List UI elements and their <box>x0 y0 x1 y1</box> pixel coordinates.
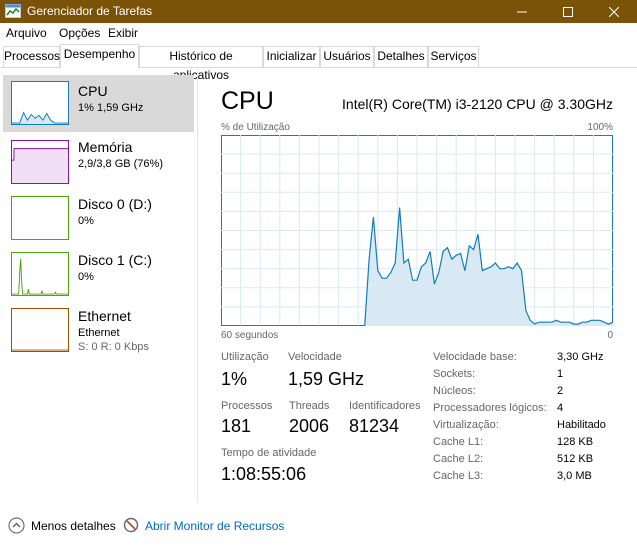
cpu-utilization-chart <box>221 135 613 326</box>
sidebar-disco1-label: Disco 1 (C:) <box>78 252 152 268</box>
resource-monitor-icon-wrap[interactable] <box>123 517 139 533</box>
maximize-icon <box>563 6 573 17</box>
close-button[interactable] <box>591 0 637 23</box>
detail-label: Velocidade base: <box>433 351 517 363</box>
task-manager-icon <box>5 4 21 18</box>
chevron-up-icon <box>8 517 25 534</box>
title-bar: Gerenciador de Tarefas <box>0 0 637 23</box>
threads-label: Threads <box>289 400 330 412</box>
min-axis-label: 0 <box>607 330 613 341</box>
sidebar-ethernet-label: Ethernet <box>78 308 131 324</box>
disk1-thumbnail <box>11 252 69 296</box>
sidebar-ethernet-value: S: 0 R: 0 Kbps <box>78 341 149 353</box>
window-title: Gerenciador de Tarefas <box>27 4 153 18</box>
detail-label: Virtualização: <box>433 419 499 431</box>
tab-inicializar[interactable]: Inicializar <box>263 46 320 67</box>
tab-usuarios[interactable]: Usuários <box>320 46 374 67</box>
sidebar-item-memoria[interactable]: Memória 2,9/3,8 GB (76%) <box>3 132 194 189</box>
sidebar-item-disco1[interactable]: Disco 1 (C:) 0% <box>3 244 194 301</box>
cpu-model: Intel(R) Core(TM) i3-2120 CPU @ 3.30GHz <box>342 96 613 112</box>
processes-value: 181 <box>221 416 252 436</box>
detail-value: 1 <box>557 368 564 380</box>
threads-value: 2006 <box>289 416 330 436</box>
resource-sidebar: CPU 1% 1,59 GHz Memória 2,9/3,8 GB (76%)… <box>0 70 198 502</box>
tab-bar: Processos Desempenho Histórico de aplica… <box>0 44 637 82</box>
sidebar-item-disco0[interactable]: Disco 0 (D:) 0% <box>3 188 194 245</box>
sidebar-disco1-value: 0% <box>78 271 94 283</box>
detail-value: 3,0 MB <box>557 470 592 482</box>
uptime-value: 1:08:55:06 <box>221 464 307 484</box>
uptime-label: Tempo de atividade <box>221 447 317 459</box>
maximize-button[interactable] <box>545 0 591 23</box>
resource-monitor-icon <box>123 517 139 533</box>
utilization-value: 1% <box>221 369 248 389</box>
detail-value: 128 KB <box>557 436 594 448</box>
sidebar-memoria-label: Memória <box>78 139 133 155</box>
menu-bar: Arquivo Opções Exibir <box>0 23 637 42</box>
detail-label: Sockets: <box>433 368 476 380</box>
sidebar-cpu-value: 1% 1,59 GHz <box>78 102 144 114</box>
detail-label: Núcleos: <box>433 385 476 397</box>
tab-servicos[interactable]: Serviços <box>428 46 479 67</box>
utilization-label: Utilização <box>221 351 269 363</box>
processes-label: Processos <box>221 400 273 412</box>
detail-label: Cache L3: <box>433 470 484 482</box>
footer: Menos detalhes Abrir Monitor de Recursos <box>0 512 637 542</box>
sidebar-cpu-label: CPU <box>78 83 108 99</box>
cpu-thumbnail <box>11 81 69 125</box>
sidebar-item-cpu[interactable]: CPU 1% 1,59 GHz <box>3 75 194 132</box>
max-axis-label: 100% <box>587 122 613 133</box>
detail-value: 3,30 GHz <box>557 351 604 363</box>
ethernet-thumbnail <box>11 308 69 352</box>
minimize-button[interactable] <box>499 0 545 23</box>
speed-value: 1,59 GHz <box>288 369 365 389</box>
tab-detalhes[interactable]: Detalhes <box>374 46 428 67</box>
close-icon <box>609 6 619 17</box>
menu-exibir[interactable]: Exibir <box>108 26 138 40</box>
page-title: CPU <box>221 87 274 115</box>
memory-thumbnail <box>11 140 69 184</box>
sidebar-disco0-value: 0% <box>78 215 94 227</box>
detail-label: Cache L2: <box>433 453 484 465</box>
handles-label: Identificadores <box>349 400 421 412</box>
sidebar-disco0-label: Disco 0 (D:) <box>78 196 152 212</box>
menu-opcoes[interactable]: Opções <box>59 26 100 40</box>
detail-value: 512 KB <box>557 453 594 465</box>
less-details-button[interactable] <box>8 517 25 534</box>
sidebar-item-ethernet[interactable]: Ethernet Ethernet S: 0 R: 0 Kbps <box>3 300 194 362</box>
time-axis-label: 60 segundos <box>221 330 279 341</box>
speed-label: Velocidade <box>288 351 342 363</box>
detail-value: 2 <box>557 385 564 397</box>
detail-label: Processadores lógicos: <box>433 402 547 414</box>
utilization-axis-label: % de Utilização <box>221 122 290 133</box>
cpu-panel: CPU Intel(R) Core(TM) i3-2120 CPU @ 3.30… <box>199 70 637 502</box>
sidebar-ethernet-sub: Ethernet <box>78 327 120 339</box>
detail-value: Habilitado <box>557 419 606 431</box>
detail-label: Cache L1: <box>433 436 484 448</box>
handles-value: 81234 <box>349 416 400 436</box>
detail-value: 4 <box>557 402 564 414</box>
tab-processos[interactable]: Processos <box>3 46 60 67</box>
disk0-thumbnail <box>11 196 69 240</box>
less-details-link[interactable]: Menos detalhes <box>31 519 116 533</box>
tab-desempenho[interactable]: Desempenho <box>60 44 139 68</box>
menu-arquivo[interactable]: Arquivo <box>6 26 47 40</box>
resource-monitor-link[interactable]: Abrir Monitor de Recursos <box>145 519 284 533</box>
tab-historico[interactable]: Histórico de aplicativos <box>139 46 263 82</box>
minimize-icon <box>517 11 527 12</box>
sidebar-memoria-value: 2,9/3,8 GB (76%) <box>78 158 163 170</box>
